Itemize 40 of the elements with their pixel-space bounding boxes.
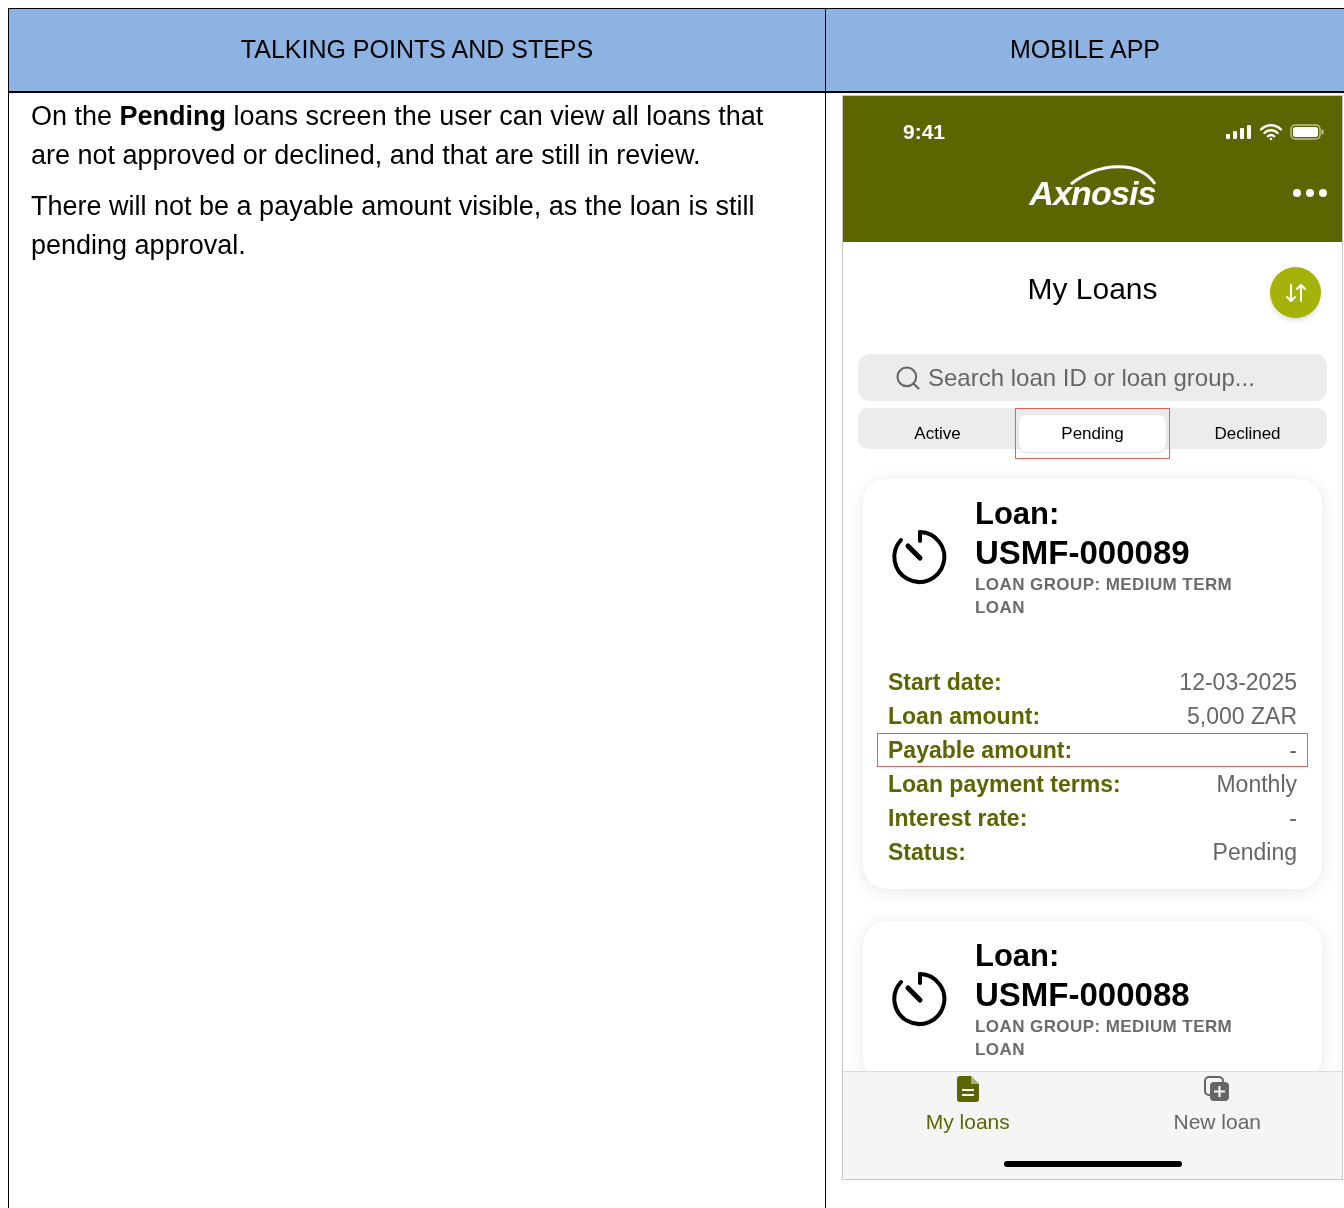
- add-document-icon: [1204, 1076, 1231, 1102]
- field-value: -: [1289, 803, 1297, 833]
- loan-id: USMF-000088: [975, 975, 1191, 1015]
- app-logo: Axnosis: [1029, 175, 1156, 210]
- field-label: Loan payment terms:: [888, 769, 1121, 799]
- loan-title: Loan:: [975, 495, 1061, 533]
- loan-id: USMF-000089: [975, 533, 1191, 573]
- segment-tab[interactable]: Declined: [1174, 415, 1321, 452]
- loan-group: LOAN GROUP: MEDIUM TERM LOAN: [975, 573, 1265, 619]
- field-value: Pending: [1212, 837, 1297, 867]
- field-label: Interest rate:: [888, 803, 1028, 833]
- search-icon: [894, 364, 922, 392]
- segment-tab[interactable]: Pending: [1019, 415, 1166, 452]
- segment-tab[interactable]: Active: [864, 415, 1011, 452]
- screen-title: My Loans: [1027, 270, 1158, 307]
- note-paragraph: On the Pending loans screen the user can view all loans that are not approved or declined, and that are still in review.: [31, 100, 765, 172]
- status-time: 9:41: [903, 119, 946, 145]
- search-field[interactable]: Search loan ID or loan group...: [858, 354, 1327, 401]
- tab-bar-item[interactable]: New loan: [1092, 1076, 1342, 1138]
- loan-group: LOAN GROUP: MEDIUM TERM LOAN: [975, 1015, 1265, 1061]
- note-paragraph: There will not be a payable amount visible, as the loan is still pending approval.: [31, 190, 756, 262]
- field-label: Status:: [888, 837, 966, 867]
- column-header: MOBILE APP: [826, 9, 1344, 93]
- signal-icon: [1226, 124, 1252, 139]
- field-label: Payable amount:: [888, 735, 1073, 765]
- document-icon: [956, 1076, 979, 1102]
- more-icon[interactable]: [1292, 187, 1328, 198]
- field-label: Loan amount:: [888, 701, 1041, 731]
- tab-bar-item[interactable]: My loans: [843, 1076, 1093, 1138]
- field-value: 5,000 ZAR: [1187, 701, 1297, 731]
- field-value: 12-03-2025: [1179, 667, 1297, 697]
- field-label: Start date:: [888, 667, 1002, 697]
- field-value: -: [1289, 735, 1297, 765]
- loan-card[interactable]: Loan: USMF-000088 LOAN GROUP: MEDIUM TERM LOAN: [863, 921, 1322, 1071]
- column-header: TALKING POINTS AND STEPS: [9, 9, 825, 93]
- loan-card[interactable]: Loan: USMF-000089 LOAN GROUP: MEDIUM TERM LOAN Start date: 12-03-2025 Loan amount: 5,000 ZAR Payable amount: - Loan payment terms: Monthly Interest rate: - Status: Pending: [863, 479, 1322, 889]
- wifi-icon: [1260, 123, 1282, 140]
- battery-icon: [1290, 123, 1324, 140]
- loan-title: Loan:: [975, 937, 1061, 975]
- field-value: Monthly: [1216, 769, 1297, 799]
